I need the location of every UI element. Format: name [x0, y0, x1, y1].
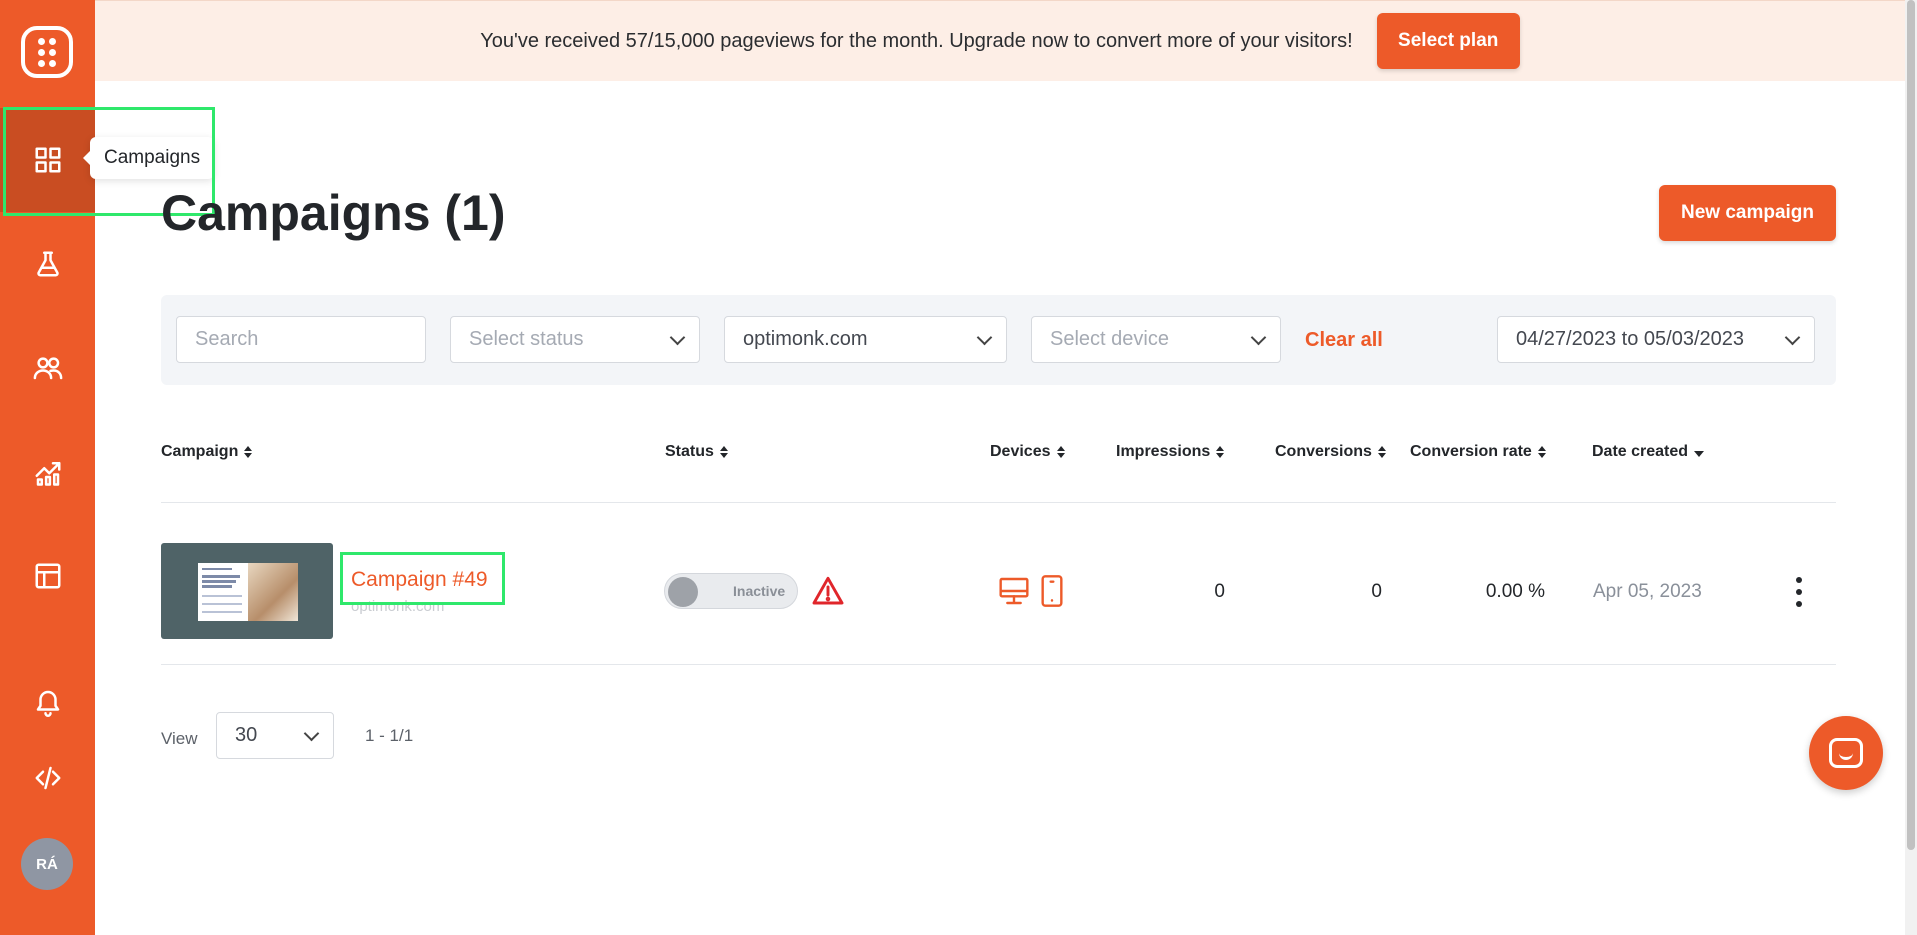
- app-root: RÁ Campaigns You've received 57/15,000 p…: [0, 0, 1917, 935]
- layout-icon: [35, 563, 60, 589]
- status-placeholder: Select status: [469, 328, 584, 350]
- domain-value: optimonk.com: [743, 328, 868, 350]
- impressions-value: 0: [1214, 581, 1225, 602]
- thumbnail-preview: [198, 563, 298, 621]
- row-menu-icon[interactable]: [1794, 577, 1804, 607]
- column-header-campaign[interactable]: Campaign: [161, 443, 253, 461]
- logo-icon[interactable]: [21, 26, 73, 78]
- device-select[interactable]: Select device: [1031, 316, 1281, 363]
- clear-all-link[interactable]: Clear all: [1305, 329, 1383, 352]
- sidebar-item-templates[interactable]: [0, 524, 95, 628]
- upgrade-banner: You've received 57/15,000 pageviews for …: [95, 0, 1905, 81]
- analytics-icon: [35, 462, 60, 486]
- chevron-down-icon: [669, 329, 686, 346]
- column-label: Campaign: [161, 443, 239, 460]
- search-input[interactable]: Search: [176, 316, 426, 363]
- flask-icon: [36, 251, 59, 277]
- new-campaign-button[interactable]: New campaign: [1659, 185, 1836, 241]
- column-label: Conversion rate: [1410, 443, 1532, 460]
- select-plan-button[interactable]: Select plan: [1376, 13, 1520, 69]
- column-label: Status: [665, 443, 714, 460]
- chevron-down-icon: [1784, 329, 1801, 346]
- chat-icon: [1829, 738, 1863, 768]
- chat-launcher-button[interactable]: [1809, 716, 1883, 790]
- table-divider: [161, 502, 1836, 503]
- date-created-value: Apr 05, 2023: [1593, 581, 1702, 602]
- warning-icon[interactable]: [811, 575, 845, 607]
- sort-icon: [1216, 446, 1225, 458]
- chevron-down-icon: [1250, 329, 1267, 346]
- status-toggle[interactable]: Inactive: [664, 573, 798, 609]
- conversion-rate-value: 0.00 %: [1485, 581, 1545, 602]
- bell-icon: [36, 690, 59, 717]
- per-page-select[interactable]: 30: [216, 712, 334, 759]
- scroll-thumb[interactable]: [1907, 0, 1915, 850]
- avatar[interactable]: RÁ: [21, 838, 73, 890]
- view-label: View: [161, 729, 198, 748]
- page-title: Campaigns (1): [161, 185, 506, 241]
- code-icon: [35, 766, 60, 790]
- sidebar-item-code[interactable]: [0, 726, 95, 830]
- conversions-value: 0: [1371, 581, 1382, 602]
- sidebar-item-experiments[interactable]: [0, 212, 95, 316]
- users-icon: [33, 357, 62, 380]
- table-divider: [161, 664, 1836, 665]
- sort-icon: [719, 446, 728, 458]
- pagination-range: 1 - 1/1: [365, 726, 414, 745]
- sort-icon: [1377, 446, 1386, 458]
- search-placeholder: Search: [195, 328, 259, 350]
- column-header-impressions[interactable]: Impressions: [1116, 443, 1225, 461]
- domain-select[interactable]: optimonk.com: [724, 316, 1007, 363]
- status-select[interactable]: Select status: [450, 316, 700, 363]
- toggle-knob: [668, 577, 698, 607]
- column-header-devices[interactable]: Devices: [990, 443, 1065, 461]
- sort-desc-icon: [1694, 450, 1705, 457]
- column-label: Date created: [1592, 443, 1689, 460]
- sort-icon: [1056, 446, 1065, 458]
- column-label: Conversions: [1275, 443, 1372, 460]
- column-header-conversions[interactable]: Conversions: [1275, 443, 1386, 461]
- desktop-icon: [999, 577, 1029, 605]
- sidebar-item-subscribers[interactable]: [0, 316, 95, 420]
- campaign-thumbnail[interactable]: [161, 543, 333, 639]
- sidebar-item-analytics[interactable]: [0, 420, 95, 524]
- scrollbar[interactable]: [1905, 0, 1917, 935]
- chevron-down-icon: [303, 725, 320, 742]
- sort-icon: [1537, 446, 1546, 458]
- device-placeholder: Select device: [1050, 328, 1169, 350]
- filter-bar: Search Select status optimonk.com Select…: [161, 295, 1836, 385]
- column-header-date-created[interactable]: Date created: [1592, 443, 1705, 461]
- highlight-box: [340, 552, 505, 605]
- column-label: Impressions: [1116, 443, 1211, 460]
- banner-message: You've received 57/15,000 pageviews for …: [480, 29, 1353, 52]
- mobile-icon: [1041, 575, 1063, 607]
- column-label: Devices: [990, 443, 1051, 460]
- column-header-conversion-rate[interactable]: Conversion rate: [1410, 443, 1546, 461]
- date-range-value: 04/27/2023 to 05/03/2023: [1516, 328, 1744, 350]
- chevron-down-icon: [976, 329, 993, 346]
- column-header-status[interactable]: Status: [665, 443, 728, 461]
- date-range-select[interactable]: 04/27/2023 to 05/03/2023: [1497, 316, 1815, 363]
- per-page-value: 30: [235, 724, 258, 746]
- sort-icon: [244, 446, 253, 458]
- status-label: Inactive: [733, 583, 786, 599]
